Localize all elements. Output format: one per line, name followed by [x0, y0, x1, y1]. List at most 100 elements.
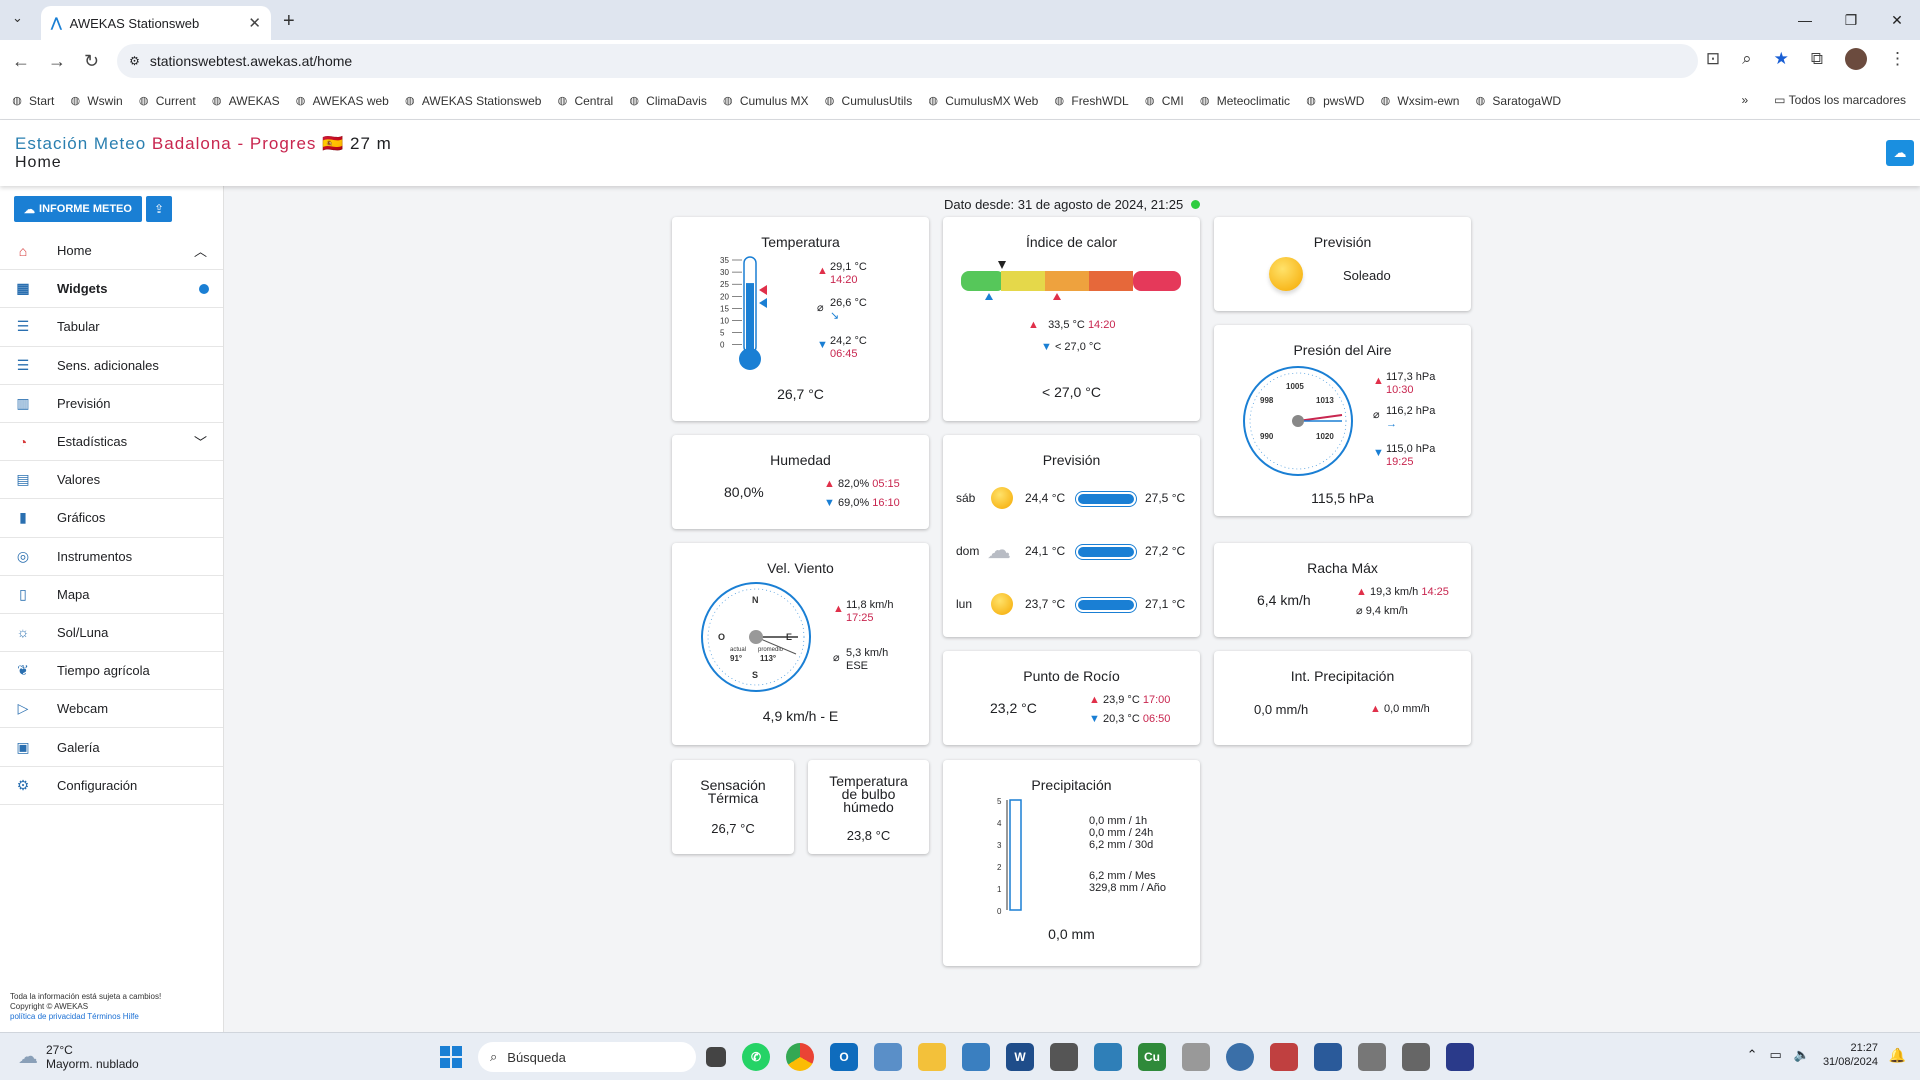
share-button[interactable]: ⇪ — [146, 196, 172, 222]
sidebar-item-galería[interactable]: ▣ Galería — [0, 728, 223, 767]
bookmark-climadavis[interactable]: ◍ ClimaDavis — [627, 94, 707, 108]
app-icon-3[interactable] — [1050, 1043, 1078, 1071]
sidebar-item-home[interactable]: ⌂ Home ︿ — [0, 232, 223, 271]
punto-rocio-card[interactable]: Punto de Rocío 23,2 °C ▲ 23,9 °C 17:00 ▼… — [943, 651, 1200, 745]
minimize-button[interactable]: — — [1782, 0, 1828, 40]
app-icon-9[interactable] — [1358, 1043, 1386, 1071]
tray-chevron-icon[interactable]: ⌃ — [1747, 1047, 1758, 1063]
bookmark-awekas-web[interactable]: ◍ AWEKAS web — [294, 94, 389, 108]
int-precipitacion-card[interactable]: Int. Precipitación 0,0 mm/h ▲ 0,0 mm/h — [1214, 651, 1471, 745]
app-icon-1[interactable] — [874, 1043, 902, 1071]
presion-card[interactable]: Presión del Aire 1005 998 1013 990 1020 … — [1214, 325, 1471, 516]
profile-avatar[interactable] — [1845, 48, 1867, 70]
start-button[interactable] — [440, 1046, 462, 1068]
bookmark-awekas[interactable]: ◍ AWEKAS — [210, 94, 280, 108]
app-icon-8[interactable] — [1314, 1043, 1342, 1071]
humedad-card[interactable]: Humedad 80,0% ▲ 82,0% 05:15 ▼ 69,0% 16:1… — [672, 435, 929, 529]
bookmark-current[interactable]: ◍ Current — [137, 94, 196, 108]
site-info-icon[interactable]: ⚙ — [129, 54, 140, 68]
bookmark-freshwdl[interactable]: ◍ FreshWDL — [1052, 94, 1129, 108]
menu-kebab-icon[interactable]: ⋮ — [1889, 49, 1906, 69]
zoom-icon[interactable]: ⌕ — [1742, 49, 1752, 69]
chevron-up-icon[interactable]: ︿ — [194, 241, 207, 260]
bookmark-awekas-stationsweb[interactable]: ◍ AWEKAS Stationsweb — [403, 94, 541, 108]
footer-links[interactable]: política de privacidad Términos Hilfe — [10, 1012, 161, 1022]
sidebar-item-tabular[interactable]: ☰ Tabular — [0, 308, 223, 347]
sidebar-item-sens-adicionales[interactable]: ☰ Sens. adicionales — [0, 347, 223, 385]
tab-list-button[interactable]: ⌄ — [12, 10, 23, 26]
close-tab-icon[interactable]: ✕ — [248, 14, 261, 32]
folder-icon: ▭ — [1774, 93, 1786, 107]
bulbo-card[interactable]: Temperatura de bulbo húmedo 23,8 °C — [808, 760, 929, 854]
cumulus-icon[interactable]: Cu — [1138, 1043, 1166, 1071]
sensacion-card[interactable]: Sensación Térmica 26,7 °C — [672, 760, 794, 854]
all-bookmarks-button[interactable]: ▭ Todos los marcadores — [1774, 93, 1906, 107]
tab-active[interactable]: ⋀ AWEKAS Stationsweb ✕ — [41, 6, 271, 40]
chrome-icon[interactable] — [786, 1043, 814, 1071]
temperatura-card[interactable]: Temperatura 35 30 25 20 15 10 5 0 ▲ 29,1 °C 14:… — [672, 217, 929, 421]
restore-button[interactable]: ❐ — [1828, 0, 1874, 40]
task-view-icon[interactable] — [706, 1047, 726, 1067]
bookmark-pwswd[interactable]: ◍ pwsWD — [1304, 94, 1364, 108]
install-app-icon[interactable]: ⊡ — [1706, 49, 1720, 69]
sidebar-item-configuración[interactable]: ⚙ Configuración — [0, 767, 223, 805]
sidebar-item-instrumentos[interactable]: ◎ Instrumentos — [0, 538, 223, 576]
folder-icon[interactable] — [918, 1043, 946, 1071]
taskbar-search[interactable]: ⌕ Búsqueda — [478, 1042, 696, 1072]
bookmarks-overflow-button[interactable]: » — [1741, 93, 1748, 107]
leaf-icon: ❦ — [17, 662, 29, 679]
viento-card[interactable]: Vel. Viento N E S O actual promedio 91° … — [672, 543, 929, 745]
bookmark-saratogawd[interactable]: ◍ SaratogaWD — [1473, 94, 1562, 108]
close-window-button[interactable]: ✕ — [1874, 0, 1920, 40]
bookmark-central[interactable]: ◍ Central — [555, 94, 614, 108]
bookmark-cumulusutils[interactable]: ◍ CumulusUtils — [823, 94, 913, 108]
bookmark-star-icon[interactable]: ★ — [1774, 49, 1789, 69]
network-icon[interactable]: ▭ — [1770, 1047, 1782, 1063]
address-bar[interactable]: ⚙ stationswebtest.awekas.at/home — [117, 44, 1698, 78]
clock[interactable]: 21:27 31/08/2024 — [1823, 1041, 1878, 1069]
sidebar-item-webcam[interactable]: ▷ Webcam — [0, 690, 223, 729]
sidebar-item-mapa[interactable]: ▯ Mapa — [0, 576, 223, 614]
back-icon[interactable]: ← — [12, 51, 30, 72]
app-icon-5[interactable] — [1182, 1043, 1210, 1071]
taskbar-weather[interactable]: ☁ 27°C Mayorm. nublado — [18, 1043, 139, 1071]
bookmark-wxsim-ewn[interactable]: ◍ Wxsim-ewn — [1378, 94, 1460, 108]
prevision-card[interactable]: Previsión sáb 24,4 °C 27,5 °C dom ☁ 24,1 °C 27… — [943, 435, 1200, 637]
sidebar-item-valores[interactable]: ▤ Valores — [0, 461, 223, 500]
upload-button[interactable]: ☁ — [1886, 140, 1914, 166]
app-icon-4[interactable] — [1094, 1043, 1122, 1071]
sidebar-item-widgets[interactable]: ▦ Widgets — [0, 270, 223, 309]
sidebar-item-gráficos[interactable]: ▮ Gráficos — [0, 499, 223, 538]
sidebar-item-tiempo-agrícola[interactable]: ❦ Tiempo agrícola — [0, 652, 223, 691]
informe-meteo-button[interactable]: ☁ INFORME METEO — [14, 196, 142, 222]
indice-calor-card[interactable]: Índice de calor ▲ 33,5 °C 14:20 ▼ < 27,0… — [943, 217, 1200, 421]
extensions-icon[interactable]: ⧉ — [1811, 49, 1823, 69]
bookmark-cmi[interactable]: ◍ CMI — [1143, 94, 1184, 108]
new-tab-button[interactable]: + — [283, 10, 295, 33]
app-icon-2[interactable] — [962, 1043, 990, 1071]
bookmark-cumulusmx-web[interactable]: ◍ CumulusMX Web — [926, 94, 1038, 108]
app-icon-6[interactable] — [1226, 1043, 1254, 1071]
reload-icon[interactable]: ↻ — [84, 51, 99, 72]
sidebar-item-sol-luna[interactable]: ☼ Sol/Luna — [0, 614, 223, 653]
prevision-summary-card[interactable]: Previsión Soleado — [1214, 217, 1471, 311]
bookmark-cumulus-mx[interactable]: ◍ Cumulus MX — [721, 94, 809, 108]
chevron-down-icon[interactable]: ﹀ — [194, 432, 207, 451]
forward-icon[interactable]: → — [48, 51, 66, 72]
volume-icon[interactable]: 🔈 — [1794, 1047, 1810, 1063]
notification-bell-icon[interactable]: 🔔 — [1889, 1047, 1906, 1064]
precipitacion-card[interactable]: Precipitación 5 4 3 2 1 0 0,0 mm / 1h 0,0 mm … — [943, 760, 1200, 966]
racha-card[interactable]: Racha Máx 6,4 km/h ▲ 19,3 km/h 14:25 ⌀ 9… — [1214, 543, 1471, 637]
cloud-rain-icon: ☁ — [987, 537, 1011, 564]
wp-icon[interactable]: W — [1006, 1043, 1034, 1071]
whatsapp-icon[interactable]: ✆ — [742, 1043, 770, 1071]
outlook-icon[interactable]: O — [830, 1043, 858, 1071]
sidebar-item-previsión[interactable]: ▥ Previsión — [0, 385, 223, 423]
app-icon-11[interactable] — [1446, 1043, 1474, 1071]
app-icon-7[interactable] — [1270, 1043, 1298, 1071]
bookmark-meteoclimatic[interactable]: ◍ Meteoclimatic — [1198, 94, 1290, 108]
bookmark-wswin[interactable]: ◍ Wswin — [68, 94, 123, 108]
bookmark-start[interactable]: ◍ Start — [10, 94, 54, 108]
sidebar-item-estadísticas[interactable]: ◔ Estadísticas ﹀ — [0, 423, 223, 462]
app-icon-10[interactable] — [1402, 1043, 1430, 1071]
